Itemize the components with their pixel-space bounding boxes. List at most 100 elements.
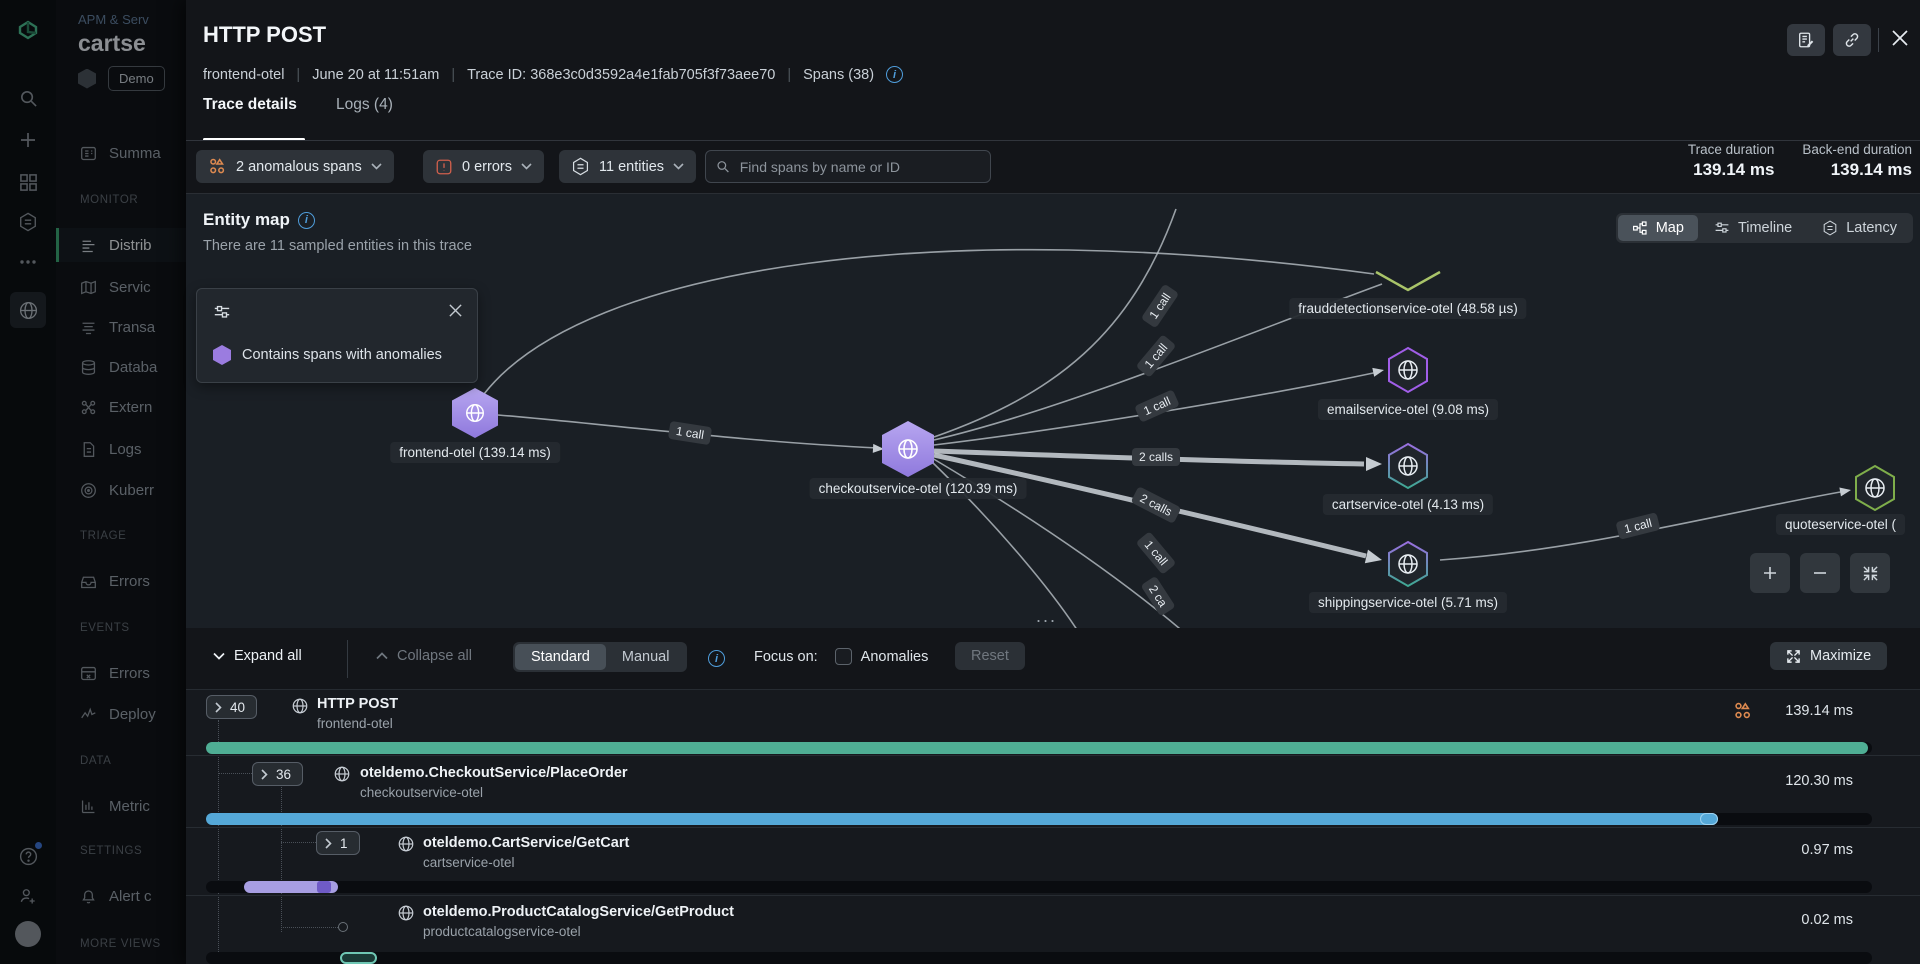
span-duration: 120.30 ms	[1785, 773, 1853, 789]
map-resize-handle[interactable]: ...	[1036, 606, 1057, 627]
fit-to-view-button[interactable]	[1850, 553, 1890, 593]
add-icon[interactable]	[10, 122, 46, 158]
anomalous-spans-filter[interactable]: 2 anomalous spans	[196, 150, 394, 183]
focus-on-group: Focus on: Anomalies	[754, 648, 929, 665]
entities-hexagon-icon[interactable]	[10, 204, 46, 240]
anomalies-checkbox[interactable]	[834, 648, 852, 665]
chevron-down-icon	[673, 163, 684, 170]
spans-info-icon[interactable]: i	[886, 66, 904, 83]
span-bar-product[interactable]	[340, 952, 377, 964]
sidebar-item-external[interactable]: Extern	[56, 390, 186, 424]
close-flyout-button[interactable]	[1888, 26, 1912, 50]
globe-icon	[292, 698, 308, 714]
breadcrumb[interactable]: APM & Serv	[78, 12, 149, 27]
zoom-in-button[interactable]	[1750, 553, 1790, 593]
user-avatar[interactable]	[10, 916, 46, 952]
view-logs-button[interactable]	[1787, 24, 1825, 56]
sidebar-item-deployments[interactable]: Deploy	[56, 697, 186, 731]
search-icon	[717, 161, 729, 173]
legend-text: Contains spans with anomalies	[242, 347, 442, 363]
backend-duration: Back-end duration 139.14 ms	[1802, 142, 1912, 179]
chevron-right-icon	[215, 701, 222, 713]
node-label-shipping: shippingservice-otel (5.71 ms)	[1308, 592, 1508, 613]
anomaly-icon	[1735, 702, 1750, 719]
copy-link-button[interactable]	[1833, 24, 1871, 56]
page-title: cartse	[78, 30, 146, 56]
sidebar-item-errors-triage[interactable]: Errors	[56, 564, 186, 598]
span-name: oteldemo.ProductCatalogService/GetProduc…	[423, 904, 735, 920]
nav-section-triage: TRIAGE	[80, 530, 127, 542]
more-apps-icon[interactable]	[10, 244, 46, 280]
globe-icon	[898, 439, 918, 459]
tab-trace-details[interactable]: Trace details	[203, 96, 297, 114]
span-service: checkoutservice-otel	[360, 785, 484, 800]
sidebar-item-transactions[interactable]: Transa	[56, 310, 186, 344]
waterfall-controls: Expand all Collapse all Standard Manual …	[186, 628, 1920, 690]
sidebar-item-errors-events[interactable]: Errors	[56, 656, 186, 690]
chevron-right-icon	[325, 837, 332, 849]
span-search[interactable]	[705, 150, 991, 183]
globe-icon	[334, 766, 350, 782]
chevron-up-icon	[376, 652, 388, 660]
expand-children-badge[interactable]: 1	[316, 831, 360, 855]
icon-rail	[0, 0, 56, 964]
node-label-fraud: frauddetectionservice-otel (48.58 µs)	[1289, 298, 1527, 319]
expand-all-button[interactable]: Expand all	[213, 648, 302, 664]
globe-nav-icon[interactable]	[10, 292, 46, 328]
span-row-get-product[interactable]: oteldemo.ProductCatalogService/GetProduc…	[186, 896, 1920, 964]
invite-user-icon[interactable]	[10, 878, 46, 914]
tabs-divider	[186, 140, 1920, 141]
entities-filter[interactable]: 11 entities	[559, 150, 697, 183]
node-quoteservice-otel[interactable]	[1853, 464, 1897, 512]
sidebar-item-alerts[interactable]: Alert c	[56, 879, 186, 913]
mode-standard[interactable]: Standard	[515, 644, 606, 670]
sidebar-item-distributed-tracing[interactable]: Distrib	[56, 228, 186, 262]
tab-logs[interactable]: Logs (4)	[336, 96, 393, 114]
help-icon[interactable]	[10, 838, 46, 874]
legend-settings-icon[interactable]	[213, 303, 231, 321]
span-row-http-post[interactable]: 40 HTTP POST frontend-otel 139.14 ms	[186, 690, 1920, 756]
node-cartservice-otel[interactable]	[1386, 442, 1430, 490]
node-emailservice-otel[interactable]	[1386, 346, 1430, 394]
trace-duration: Trace duration 139.14 ms	[1687, 142, 1775, 179]
mode-info-icon[interactable]: i	[708, 650, 725, 667]
meta-service: frontend-otel	[203, 66, 285, 83]
expand-children-badge[interactable]: 40	[206, 695, 258, 719]
elastic-logo-icon[interactable]	[10, 14, 46, 50]
collapse-all-button[interactable]: Collapse all	[376, 648, 472, 664]
span-row-place-order[interactable]: 36 oteldemo.CheckoutService/PlaceOrder c…	[186, 756, 1920, 828]
span-service: frontend-otel	[317, 716, 393, 731]
anomaly-hexagon-swatch	[213, 345, 231, 365]
span-service: productcatalogservice-otel	[423, 924, 581, 939]
sidebar-item-summary[interactable]: Summa	[56, 136, 186, 170]
search-input[interactable]	[737, 157, 980, 176]
span-bar-checkout[interactable]	[206, 813, 1718, 825]
search-icon[interactable]	[10, 80, 46, 116]
anomalies-label: Anomalies	[860, 648, 929, 665]
chevron-right-icon	[261, 768, 268, 780]
node-label-frontend: frontend-otel (139.14 ms)	[390, 442, 560, 463]
sidebar-item-logs[interactable]: Logs	[56, 432, 186, 466]
expand-children-badge[interactable]: 36	[252, 762, 304, 786]
span-bar-root[interactable]	[206, 742, 1868, 754]
span-bar-cart-segment	[317, 881, 331, 893]
maximize-button[interactable]: Maximize	[1770, 642, 1888, 670]
chevron-down-icon	[213, 652, 225, 660]
globe-icon	[466, 404, 484, 422]
node-shippingservice-otel[interactable]	[1386, 540, 1430, 588]
environment-selector[interactable]: Demo	[108, 66, 165, 91]
meta-spans: Spans (38)	[803, 66, 875, 83]
zoom-out-button[interactable]	[1800, 553, 1840, 593]
span-row-get-cart[interactable]: 1 oteldemo.CartService/GetCart cartservi…	[186, 828, 1920, 896]
legend-close-icon[interactable]	[448, 303, 463, 318]
sidebar-item-service-map[interactable]: Servic	[56, 270, 186, 304]
sidebar-item-databases[interactable]: Databa	[56, 350, 186, 384]
reset-button[interactable]: Reset	[955, 642, 1025, 670]
sidebar-item-kubernetes[interactable]: Kuberr	[56, 473, 186, 507]
nav-section-monitor: MONITOR	[80, 194, 139, 206]
sidebar-item-metrics[interactable]: Metric	[56, 789, 186, 823]
errors-filter[interactable]: 0 errors	[423, 150, 544, 183]
span-service: cartservice-otel	[423, 855, 515, 870]
mode-manual[interactable]: Manual	[606, 644, 686, 670]
apps-grid-icon[interactable]	[10, 164, 46, 200]
